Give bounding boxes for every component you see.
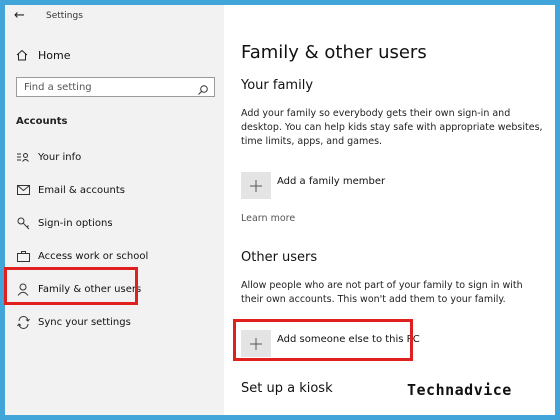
- other-users-heading: Other users: [241, 250, 318, 265]
- other-users-description: Allow people who are not part of your fa…: [241, 280, 523, 305]
- kiosk-heading: Set up a kiosk: [241, 381, 333, 396]
- watermark-text: Technadvice: [407, 381, 512, 399]
- back-arrow-icon[interactable]: ←: [14, 8, 25, 23]
- sidebar-item-your-info[interactable]: Your info: [16, 148, 216, 166]
- key-icon: [16, 216, 30, 230]
- home-icon: [16, 46, 28, 65]
- sidebar-item-sync-settings[interactable]: Sync your settings: [16, 313, 216, 331]
- sidebar: ← Settings Home Find a setting Accounts …: [5, 5, 224, 415]
- sync-icon: [16, 315, 30, 329]
- your-family-description: Add your family so everybody gets their …: [241, 108, 543, 147]
- add-user-highlight-box: [233, 319, 413, 361]
- briefcase-icon: [16, 249, 30, 263]
- sidebar-item-label: Sync your settings: [38, 316, 131, 328]
- search-input[interactable]: Find a setting: [16, 77, 215, 97]
- home-label: Home: [38, 48, 71, 62]
- sidebar-item-sign-in-options[interactable]: Sign-in options: [16, 214, 216, 232]
- title-bar: ← Settings: [5, 5, 224, 29]
- sidebar-item-label: Access work or school: [38, 250, 149, 262]
- mail-icon: [16, 183, 30, 197]
- sidebar-item-label: Email & accounts: [38, 184, 125, 196]
- search-icon: [197, 81, 209, 100]
- your-family-heading: Your family: [241, 78, 314, 93]
- contact-card-icon: [16, 150, 30, 164]
- app-title: Settings: [46, 11, 83, 21]
- sidebar-item-email-accounts[interactable]: Email & accounts: [16, 181, 216, 199]
- sidebar-item-label: Your info: [38, 151, 82, 163]
- add-family-member-label: Add a family member: [277, 176, 386, 187]
- sidebar-item-label: Sign-in options: [38, 217, 113, 229]
- learn-more-link[interactable]: Learn more: [241, 213, 295, 224]
- selection-highlight-box: [4, 267, 138, 305]
- search-placeholder: Find a setting: [24, 82, 92, 93]
- section-heading-accounts: Accounts: [16, 116, 68, 127]
- add-family-member-button[interactable]: Add a family member: [241, 172, 385, 199]
- plus-icon: [241, 172, 271, 199]
- sidebar-item-access-work-school[interactable]: Access work or school: [16, 247, 216, 265]
- page-title: Family & other users: [241, 42, 427, 63]
- home-button[interactable]: Home: [16, 47, 70, 63]
